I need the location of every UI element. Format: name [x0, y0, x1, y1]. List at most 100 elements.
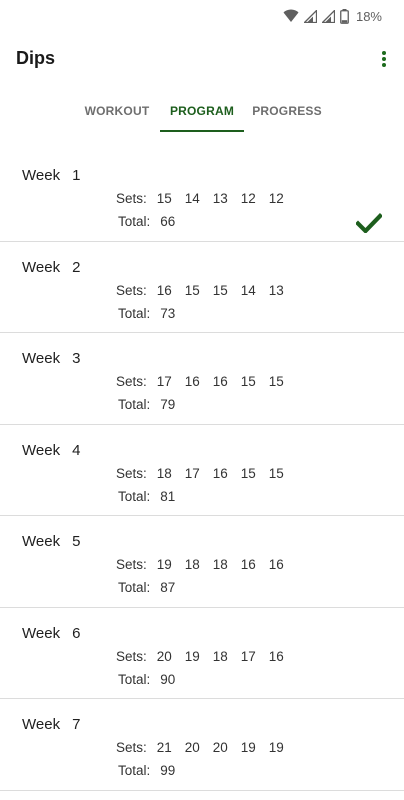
check-icon [356, 213, 382, 233]
week-title: Week 5 [22, 533, 80, 550]
sets-label: Sets: [116, 374, 147, 389]
signal-icon-2 [321, 9, 335, 23]
set-value: 15 [212, 282, 228, 298]
total-label: Total: [118, 580, 151, 595]
week-title: Week 1 [22, 167, 80, 184]
total-value: 66 [160, 214, 176, 229]
week-label: Week [22, 167, 61, 184]
sets-line: Sets: 19 18 18 16 16 [116, 557, 287, 572]
sets-line: Sets: 17 16 16 15 15 [116, 374, 287, 389]
set-value: 13 [212, 191, 228, 206]
total-line: Total: 73 [118, 306, 175, 321]
total-value: 87 [160, 580, 176, 595]
sets-label: Sets: [116, 191, 147, 206]
total-label: Total: [118, 671, 151, 687]
total-line: Total: 87 [118, 580, 175, 595]
more-vertical-icon[interactable] [378, 48, 390, 70]
set-value: 18 [212, 648, 228, 664]
sets-label: Sets: [116, 740, 147, 755]
signal-icon [303, 9, 317, 23]
battery-icon [340, 8, 349, 24]
set-value: 15 [240, 465, 256, 481]
sets-line: Sets: 15 14 13 12 12 [116, 191, 287, 206]
total-line: Total: 90 [118, 672, 175, 687]
total-line: Total: 99 [118, 763, 175, 778]
total-value: 99 [160, 763, 176, 778]
set-value: 16 [268, 648, 284, 664]
week-row[interactable]: Week 7 Sets: 21 20 20 19 19 Total: 99 [0, 699, 404, 791]
sets-line: Sets: 18 17 16 15 15 [116, 466, 287, 481]
set-value: 18 [156, 465, 172, 481]
set-value: 16 [184, 374, 200, 389]
set-value: 16 [268, 557, 284, 572]
sets-label: Sets: [116, 465, 147, 481]
set-value: 16 [212, 374, 228, 389]
total-value: 79 [160, 397, 176, 412]
sets-line: Sets: 20 19 18 17 16 [116, 649, 287, 664]
set-value: 18 [212, 557, 228, 572]
set-value: 14 [240, 282, 256, 298]
set-value: 20 [212, 740, 228, 755]
page-title: Dips [16, 48, 56, 68]
week-title: Week 7 [22, 716, 80, 733]
total-label: Total: [118, 305, 151, 321]
total-value: 81 [160, 488, 176, 504]
week-row[interactable]: Week 3 Sets: 17 16 16 15 15 Total: 79 [0, 333, 404, 425]
week-number: 7 [72, 716, 81, 733]
set-value: 13 [268, 282, 284, 298]
week-number: 2 [72, 258, 81, 276]
tab-progress-label: PROGRESS [252, 104, 322, 118]
week-row[interactable]: Week 2 Sets: 16 15 15 14 13 Total: 73 [0, 242, 404, 333]
set-value: 19 [156, 557, 172, 572]
week-title: Week 3 [22, 350, 80, 367]
set-value: 17 [156, 374, 172, 389]
set-value: 21 [156, 740, 172, 755]
total-line: Total: 66 [118, 214, 175, 229]
set-value: 15 [156, 191, 172, 206]
total-line: Total: 79 [118, 397, 175, 412]
set-value: 20 [184, 740, 200, 755]
sets-label: Sets: [116, 282, 147, 298]
week-number: 1 [72, 167, 81, 184]
set-value: 20 [156, 648, 172, 664]
week-number: 3 [72, 350, 81, 367]
week-label: Week [22, 716, 61, 733]
week-title: Week 4 [22, 442, 80, 459]
set-value: 15 [184, 282, 200, 298]
set-value: 19 [268, 740, 284, 755]
sets-label: Sets: [116, 557, 147, 572]
week-row[interactable]: Week 1 Sets: 15 14 13 12 12 Total: 66 [0, 150, 404, 242]
week-label: Week [22, 441, 61, 459]
status-bar: 18% [0, 0, 404, 32]
tab-bar: WORKOUT PROGRAM PROGRESS [0, 88, 404, 134]
week-number: 6 [72, 624, 81, 642]
week-row[interactable]: Week 6 Sets: 20 19 18 17 16 Total: 90 [0, 608, 404, 699]
week-row[interactable]: Week 4 Sets: 18 17 16 15 15 Total: 81 [0, 425, 404, 516]
set-value: 12 [240, 191, 256, 206]
week-title: Week 2 [22, 259, 80, 276]
set-value: 15 [240, 374, 256, 389]
sets-line: Sets: 21 20 20 19 19 [116, 740, 287, 755]
set-value: 15 [268, 374, 284, 389]
set-value: 12 [268, 191, 284, 206]
sets-line: Sets: 16 15 15 14 13 [116, 283, 287, 298]
status-icons: 18% [283, 7, 382, 25]
tab-workout[interactable]: WORKOUT [74, 88, 160, 134]
week-label: Week [22, 350, 61, 367]
set-value: 18 [184, 557, 200, 572]
program-week-list: Week 1 Sets: 15 14 13 12 12 Total: 66 Week 2 Set… [0, 150, 404, 791]
total-label: Total: [118, 488, 151, 504]
week-row[interactable]: Week 5 Sets: 19 18 18 16 16 Total: 87 [0, 516, 404, 608]
tab-progress[interactable]: PROGRESS [244, 88, 330, 134]
app-bar: Dips [0, 32, 404, 88]
tab-program-label: PROGRAM [169, 104, 235, 118]
wifi-icon [283, 9, 299, 22]
week-label: Week [22, 624, 61, 642]
set-value: 16 [156, 282, 172, 298]
total-label: Total: [118, 397, 151, 412]
total-label: Total: [118, 763, 151, 778]
total-label: Total: [118, 214, 151, 229]
set-value: 17 [240, 648, 256, 664]
tab-program[interactable]: PROGRAM [160, 88, 244, 134]
set-value: 16 [212, 465, 228, 481]
